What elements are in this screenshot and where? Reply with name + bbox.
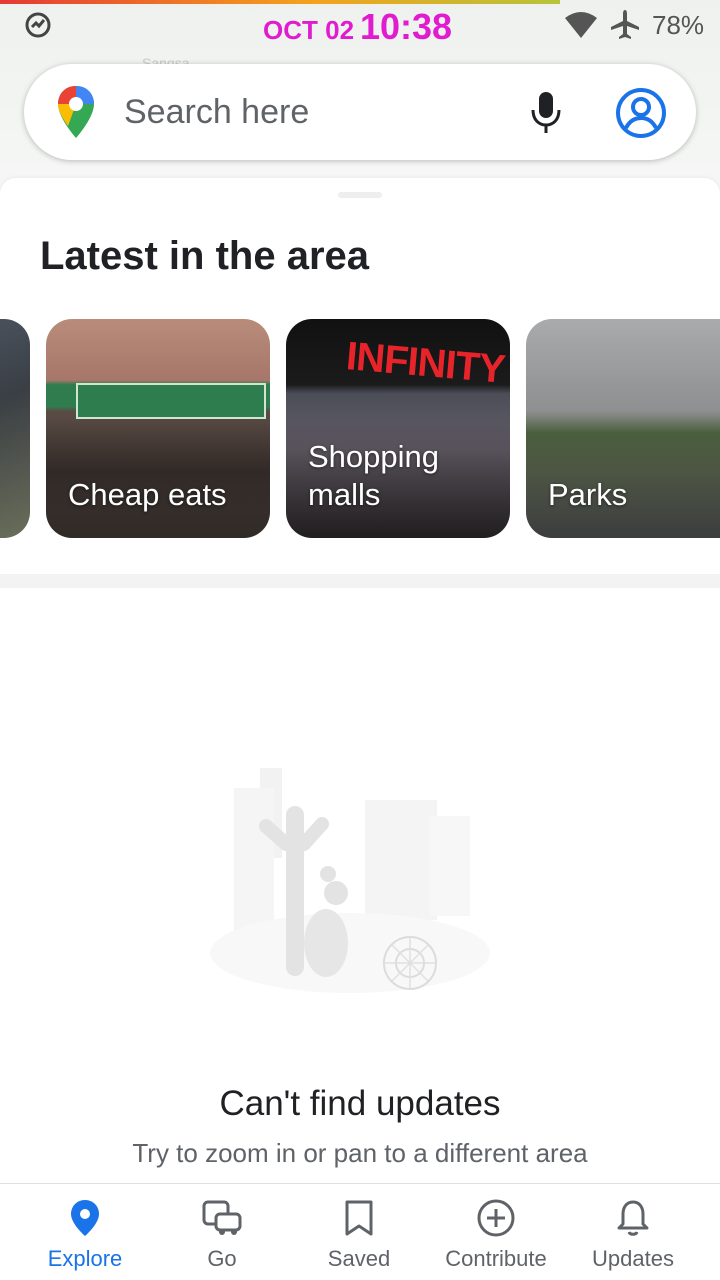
search-input[interactable] [124, 88, 504, 136]
google-maps-pin-icon [58, 86, 94, 138]
bell-icon [617, 1200, 649, 1236]
status-date: OCT 02 [263, 15, 355, 45]
category-card-parks[interactable]: Parks [526, 319, 720, 538]
shop-sign-image [76, 383, 266, 419]
nav-item-go[interactable]: Go [150, 1184, 294, 1280]
nav-item-updates[interactable]: Updates [561, 1184, 705, 1280]
status-time: 10:38 [360, 6, 453, 47]
bookmark-icon [345, 1200, 373, 1236]
category-card-label: Shopping malls [308, 439, 440, 512]
nav-label: Updates [592, 1246, 674, 1271]
sheet-drag-handle[interactable] [338, 192, 382, 198]
mall-sign-image: INFINITY [344, 334, 507, 392]
nav-item-saved[interactable]: Saved [287, 1184, 431, 1280]
nav-item-contribute[interactable]: Contribute [424, 1184, 568, 1280]
empty-state-cactus-illustration [210, 768, 490, 993]
empty-state-title: Can't find updates [219, 1084, 501, 1123]
category-card-previous[interactable] [0, 319, 30, 538]
nav-label: Explore [47, 1246, 123, 1271]
status-bar: OCT 02 10:38 78% [0, 0, 720, 56]
section-title: Latest in the area [40, 234, 370, 278]
empty-state-subtitle: Try to zoom in or pan to a different are… [132, 1138, 588, 1168]
nav-label: Contribute [445, 1246, 547, 1271]
nav-label: Go [207, 1246, 237, 1271]
add-circle-icon [477, 1199, 515, 1237]
nav-item-explore[interactable]: Explore [13, 1184, 157, 1280]
sync-icon [25, 12, 51, 38]
microphone-icon[interactable] [524, 88, 568, 136]
search-bar[interactable] [24, 64, 696, 160]
category-card-label: Parks [548, 477, 628, 512]
category-card-shopping-malls[interactable]: INFINITY Shopping malls [286, 319, 510, 538]
category-card-cheap-eats[interactable]: Cheap eats [46, 319, 270, 538]
airplane-mode-icon [611, 10, 639, 39]
battery-percentage: 78% [652, 10, 705, 40]
account-icon[interactable] [614, 86, 668, 140]
section-divider [0, 574, 720, 588]
nav-label: Saved [327, 1246, 391, 1271]
explore-pin-icon [71, 1200, 99, 1236]
category-card-label: Cheap eats [68, 477, 227, 512]
wifi-icon [565, 12, 597, 38]
explore-bottom-sheet[interactable]: Latest in the area Cheap eats INFINITY S… [0, 178, 720, 1183]
car-bus-icon [202, 1200, 242, 1235]
bottom-navigation: Explore Go Saved Contribute Updates [0, 1183, 720, 1280]
